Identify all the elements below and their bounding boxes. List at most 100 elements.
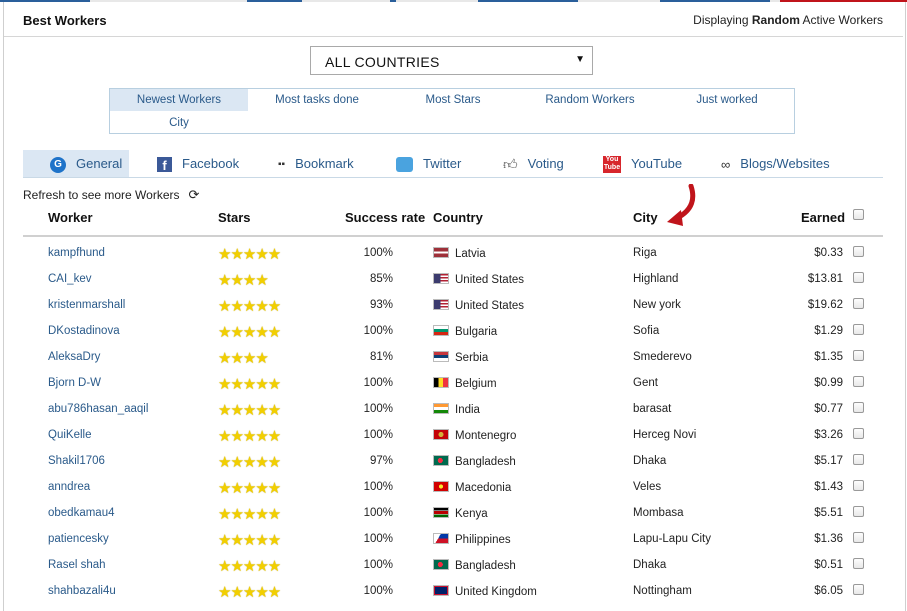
general-icon: G (50, 156, 66, 173)
flag-icon (433, 507, 449, 518)
row-checkbox[interactable] (853, 246, 864, 257)
row-checkbox[interactable] (853, 350, 864, 361)
row-checkbox[interactable] (853, 298, 864, 309)
success-rate: 93% (369, 299, 393, 311)
earned-amount: $6.05 (814, 585, 843, 597)
thumbs-up-icon: 👍︎ (503, 156, 518, 173)
success-rate: 100% (363, 403, 393, 415)
refresh-link[interactable]: Refresh to see more Workers ⟳ (23, 187, 199, 203)
earned-amount: $19.62 (807, 299, 843, 311)
table-row: anndrea ★★★★★ 100% Macedonia Veles $1.43 (23, 474, 883, 500)
table-row: Shakil1706 ★★★★★ 97% Bangladesh Dhaka $5.17 (23, 448, 883, 474)
flag-icon (433, 585, 449, 596)
country-cell: Philippines (433, 533, 511, 546)
worker-name-link[interactable]: QuiKelle (48, 429, 91, 441)
filter-city[interactable]: City (110, 112, 248, 134)
success-rate: 100% (363, 377, 393, 389)
tab-youtube[interactable]: You Tube YouTube (603, 150, 682, 177)
col-city-header[interactable]: City (633, 210, 658, 225)
worker-name-link[interactable]: AleksaDry (48, 351, 100, 363)
link-icon: ∞ (721, 157, 731, 173)
filter-just-worked[interactable]: Just worked (660, 89, 794, 111)
success-rate: 100% (363, 559, 393, 571)
tab-voting[interactable]: 👍︎ Voting (503, 150, 564, 177)
table-row: patiencesky ★★★★★ 100% Philippines Lapu-Lapu… (23, 526, 883, 552)
star-rating: ★★★★★ (218, 506, 281, 523)
star-rating: ★★★★★ (218, 584, 281, 601)
row-checkbox[interactable] (853, 480, 864, 491)
worker-name-link[interactable]: Rasel shah (48, 559, 106, 571)
star-rating: ★★★★★ (218, 454, 281, 471)
worker-name-link[interactable]: shahbazali4u (48, 585, 116, 597)
tab-bookmark[interactable]: ▪▪ Bookmark (278, 150, 354, 177)
earned-amount: $0.99 (814, 377, 843, 389)
row-checkbox[interactable] (853, 506, 864, 517)
row-checkbox[interactable] (853, 454, 864, 465)
worker-name-link[interactable]: obedkamau4 (48, 507, 115, 519)
tab-twitter[interactable]: Twitter (396, 150, 461, 177)
star-rating: ★★★★★ (218, 246, 281, 263)
worker-name-link[interactable]: anndrea (48, 481, 90, 493)
earned-amount: $0.33 (814, 247, 843, 259)
row-checkbox[interactable] (853, 428, 864, 439)
filter-newest-workers[interactable]: Newest Workers (110, 89, 248, 111)
table-header: Worker Stars Success rate Country City E… (23, 205, 883, 237)
col-worker-header[interactable]: Worker (48, 210, 93, 225)
col-earned-header[interactable]: Earned (801, 210, 845, 225)
country-cell: Kenya (433, 507, 488, 520)
country-name: Philippines (455, 534, 511, 546)
worker-name-link[interactable]: DKostadinova (48, 325, 120, 337)
worker-name-link[interactable]: patiencesky (48, 533, 109, 545)
row-checkbox[interactable] (853, 272, 864, 283)
flag-icon (433, 403, 449, 414)
row-checkbox[interactable] (853, 558, 864, 569)
display-mode-text: Displaying Random Active Workers (693, 13, 883, 27)
worker-name-link[interactable]: CAI_kev (48, 273, 91, 285)
table-row: CAI_kev ★★★★ 85% United States Highland $13.8… (23, 266, 883, 292)
country-cell: United States (433, 273, 524, 286)
city-cell: barasat (633, 403, 672, 415)
row-checkbox[interactable] (853, 584, 864, 595)
city-cell: Riga (633, 247, 657, 259)
city-cell: Dhaka (633, 559, 667, 571)
flag-icon (433, 273, 449, 284)
col-stars-header[interactable]: Stars (218, 210, 251, 225)
col-country-header[interactable]: Country (433, 210, 483, 225)
earned-amount: $5.51 (814, 507, 843, 519)
city-cell: Sofia (633, 325, 660, 337)
country-name: Montenegro (455, 430, 517, 442)
table-row: Bjorn D-W ★★★★★ 100% Belgium Gent $0.99 (23, 370, 883, 396)
tab-bookmark-label: Bookmark (295, 156, 354, 171)
filter-most-tasks-done[interactable]: Most tasks done (248, 89, 386, 111)
filter-most-stars[interactable]: Most Stars (386, 89, 520, 111)
country-select[interactable]: ALL COUNTRIES ▼ (310, 46, 593, 75)
earned-amount: $3.26 (814, 429, 843, 441)
star-rating: ★★★★★ (218, 298, 281, 315)
tab-general[interactable]: G General (23, 150, 129, 177)
refresh-icon[interactable]: ⟳ (189, 187, 200, 202)
tab-blogs-websites[interactable]: ∞ Blogs/Websites (721, 150, 830, 177)
worker-name-link[interactable]: kristenmarshall (48, 299, 125, 311)
worker-name-link[interactable]: Shakil1706 (48, 455, 105, 467)
worker-name-link[interactable]: abu786hasan_aaqil (48, 403, 148, 415)
row-checkbox[interactable] (853, 532, 864, 543)
panel-header: Best Workers Displaying Random Active Wo… (4, 3, 903, 37)
success-rate: 85% (369, 273, 393, 285)
country-name: Bulgaria (455, 326, 498, 338)
worker-name-link[interactable]: kampfhund (48, 247, 105, 259)
table-row: kampfhund ★★★★★ 100% Latvia Riga $0.33 (23, 240, 883, 266)
worker-name-link[interactable]: Bjorn D-W (48, 377, 101, 389)
row-checkbox[interactable] (853, 376, 864, 387)
flag-icon (433, 533, 449, 544)
col-success-rate-header[interactable]: Success rate (345, 210, 425, 225)
country-cell: United States (433, 299, 524, 312)
tab-blogs-label: Blogs/Websites (740, 156, 830, 171)
row-checkbox[interactable] (853, 324, 864, 335)
select-all-checkbox[interactable] (853, 209, 864, 220)
tab-facebook[interactable]: f Facebook (157, 150, 239, 177)
star-rating: ★★★★ (218, 350, 269, 367)
earned-amount: $1.35 (814, 351, 843, 363)
filter-random-workers[interactable]: Random Workers (520, 89, 660, 111)
row-checkbox[interactable] (853, 402, 864, 413)
flag-icon (433, 559, 449, 570)
